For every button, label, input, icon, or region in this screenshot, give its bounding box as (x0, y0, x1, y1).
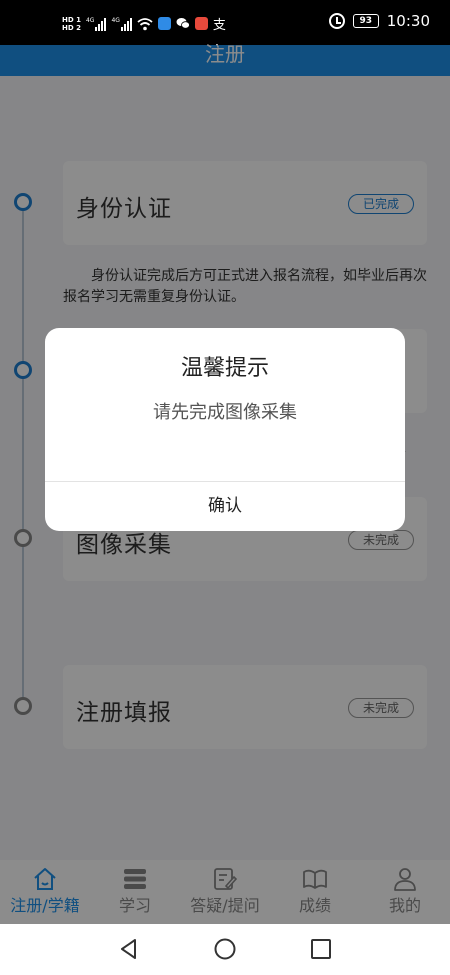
hd2-label: HD 2 (62, 23, 81, 32)
battery-indicator: 93 (352, 14, 379, 28)
red-app-icon (194, 17, 208, 30)
system-nav-bar (0, 924, 450, 975)
net1-label: 4G (85, 16, 95, 24)
hd-indicator: HD 1 HD 2 (62, 16, 81, 32)
dialog-title: 温馨提示 (180, 356, 269, 381)
wifi-icon (137, 17, 153, 30)
status-bar: HD 1 HD 2 4G 4G 支 93 10:30 (0, 0, 450, 45)
alert-dialog: 温馨提示 请先完成图像采集 确认 (45, 328, 405, 531)
status-left: HD 1 HD 2 4G 4G 支 (62, 14, 226, 34)
clock: 10:30 (386, 12, 430, 30)
shield-app-icon (157, 17, 171, 30)
back-icon[interactable] (117, 937, 141, 961)
hd1-label: HD 1 (62, 15, 81, 24)
alarm-icon (328, 13, 345, 29)
alipay-icon: 支 (212, 18, 226, 33)
dialog-message: 请先完成图像采集 (153, 402, 297, 423)
net2-label: 4G (111, 16, 120, 24)
recents-icon[interactable] (309, 937, 333, 961)
status-right: 93 10:30 (328, 12, 430, 30)
home-nav-icon[interactable] (213, 937, 237, 961)
signal-2-icon: 4G (111, 16, 132, 31)
confirm-button[interactable]: 确认 (45, 482, 405, 531)
signal-1-icon: 4G (85, 16, 107, 31)
wechat-icon (176, 18, 190, 29)
